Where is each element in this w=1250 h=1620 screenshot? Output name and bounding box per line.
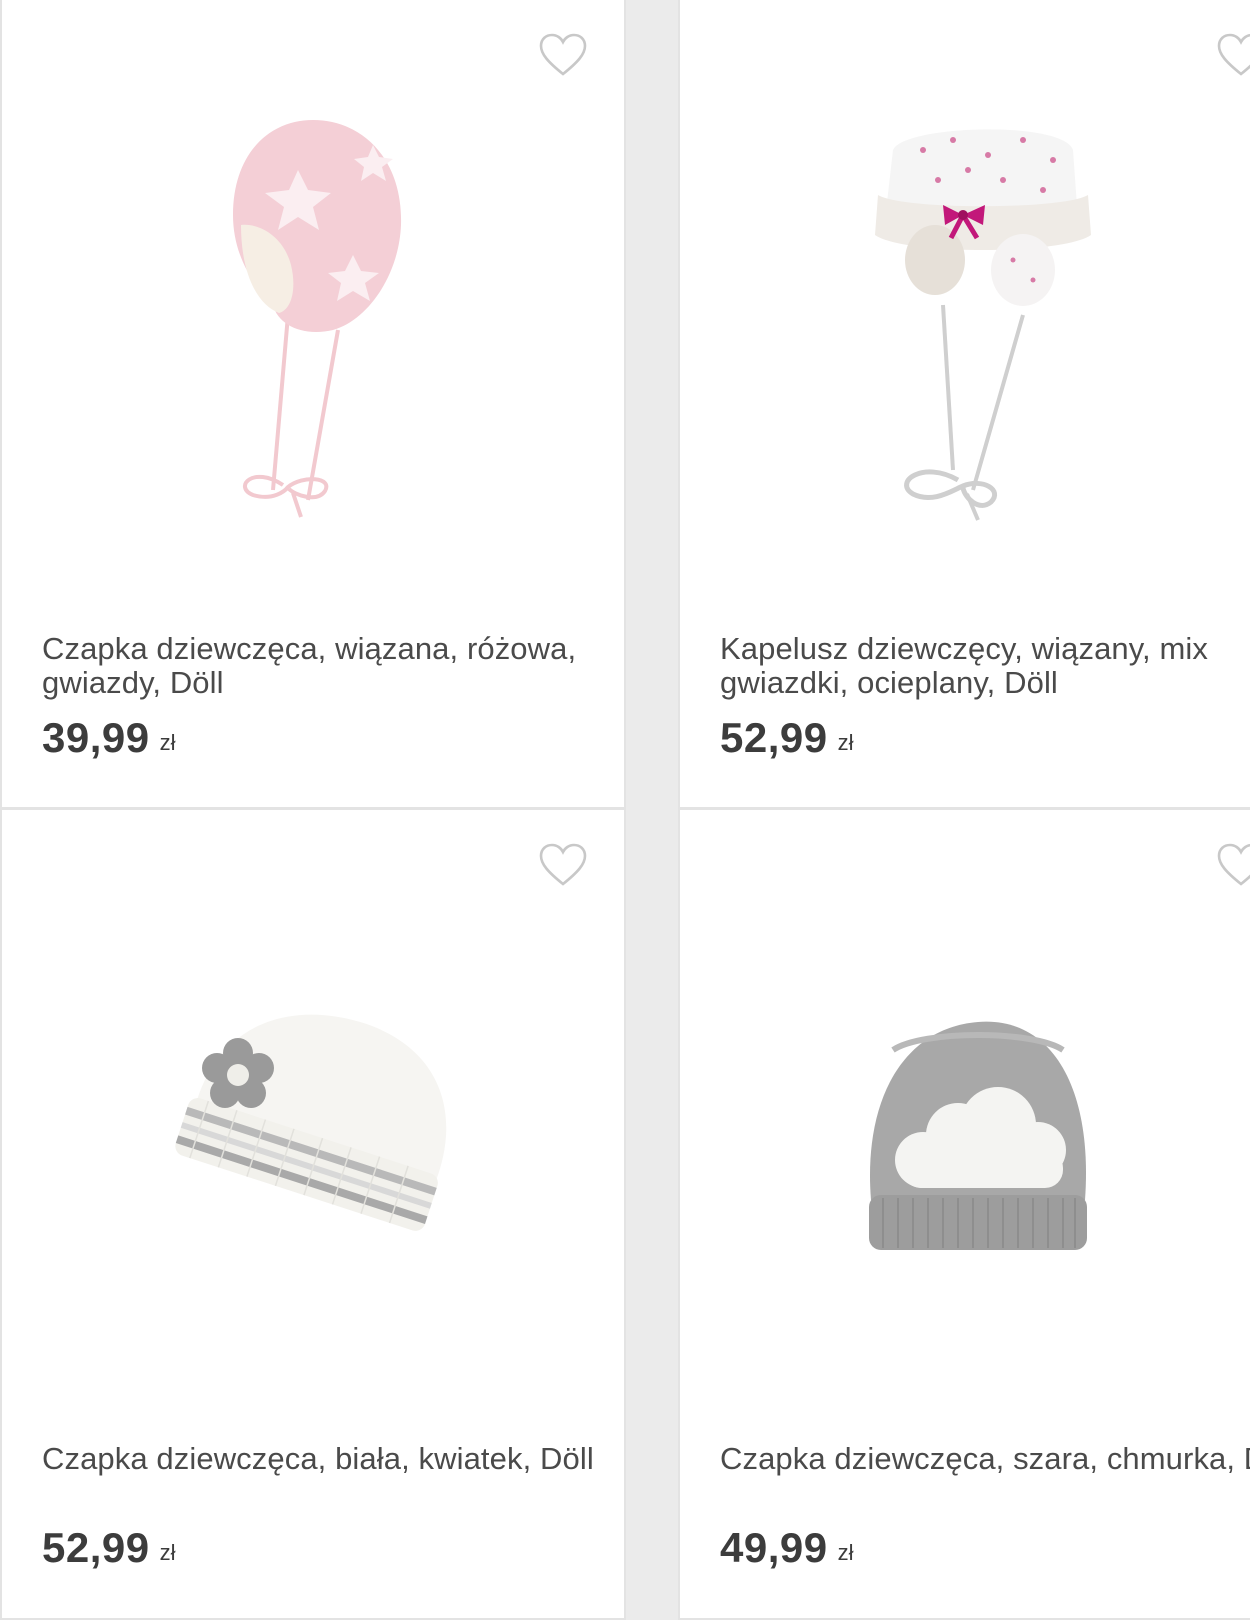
- product-card[interactable]: Czapka dziewczęca, szara, chmurka, Döll …: [678, 808, 1250, 1620]
- product-image[interactable]: [680, 90, 1250, 560]
- product-title[interactable]: Czapka dziewczęca, wiązana, różowa, gwia…: [42, 632, 602, 700]
- price-amount: 52,99: [42, 1524, 150, 1571]
- product-card[interactable]: Czapka dziewczęca, biała, kwiatek, Döll …: [0, 808, 626, 1620]
- white-dotted-hat-image: [875, 129, 1091, 521]
- heart-outline-icon[interactable]: [538, 842, 588, 888]
- product-image[interactable]: [2, 900, 624, 1370]
- product-title[interactable]: Czapka dziewczęca, szara, chmurka, Döll: [720, 1442, 1250, 1476]
- white-flower-hat-image: [175, 1014, 447, 1231]
- product-image[interactable]: [2, 90, 624, 560]
- heart-outline-icon[interactable]: [1216, 32, 1250, 78]
- price-amount: 49,99: [720, 1524, 828, 1571]
- product-grid: Czapka dziewczęca, wiązana, różowa, gwia…: [0, 0, 1250, 1620]
- product-card[interactable]: Kapelusz dziewczęcy, wiązany, mix gwiazd…: [678, 0, 1250, 809]
- pink-star-hat-image: [233, 120, 402, 518]
- price-currency: zł: [837, 730, 854, 755]
- product-price: 39,99 zł: [42, 714, 176, 762]
- price-currency: zł: [837, 1540, 854, 1565]
- grey-cloud-hat-image: [869, 1021, 1087, 1250]
- product-price: 52,99 zł: [720, 714, 854, 762]
- heart-outline-icon[interactable]: [538, 32, 588, 78]
- product-title[interactable]: Czapka dziewczęca, biała, kwiatek, Döll: [42, 1442, 602, 1476]
- price-currency: zł: [159, 1540, 176, 1565]
- product-card[interactable]: Czapka dziewczęca, wiązana, różowa, gwia…: [0, 0, 626, 809]
- product-image[interactable]: [680, 900, 1250, 1370]
- heart-outline-icon[interactable]: [1216, 842, 1250, 888]
- product-price: 49,99 zł: [720, 1524, 854, 1572]
- product-title[interactable]: Kapelusz dziewczęcy, wiązany, mix gwiazd…: [720, 632, 1250, 700]
- price-amount: 39,99: [42, 714, 150, 761]
- price-amount: 52,99: [720, 714, 828, 761]
- product-price: 52,99 zł: [42, 1524, 176, 1572]
- price-currency: zł: [159, 730, 176, 755]
